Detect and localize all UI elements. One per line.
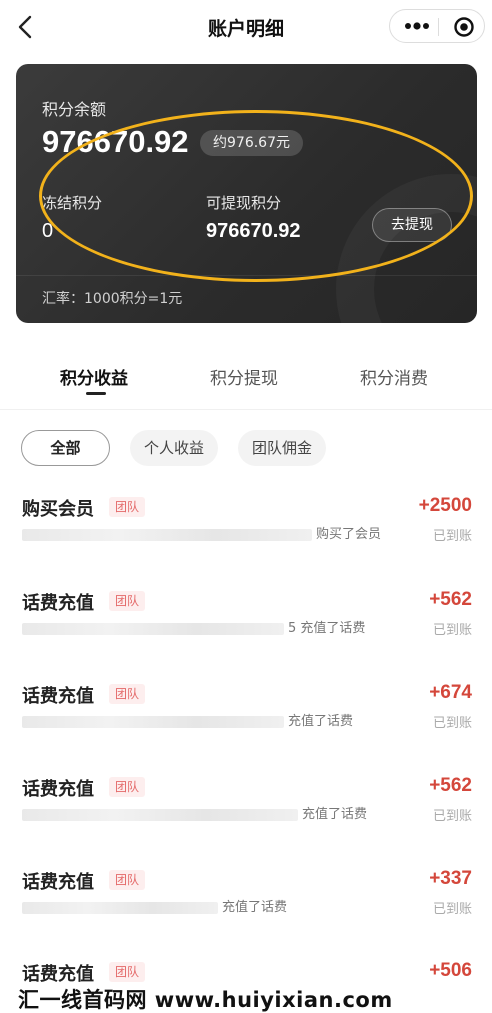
- balance-value: 976670.92: [42, 124, 189, 159]
- mini-program-capsule: [389, 9, 485, 43]
- record-desc: 5 充值了话费: [22, 619, 382, 639]
- record-status: 已到账: [432, 809, 472, 824]
- list-item[interactable]: 话费充值 团队 充值了话费 +562 已到账: [0, 775, 492, 867]
- watermark-text: 汇一线首码网 www.huiyixian.com: [18, 988, 393, 1012]
- record-amount: +562: [429, 589, 472, 610]
- record-title: 购买会员: [22, 499, 94, 520]
- exchange-rate-text: 汇率：1000积分=1元: [42, 291, 183, 307]
- withdrawable-points-value: 976670.92: [206, 220, 301, 242]
- record-status: 已到账: [432, 716, 472, 731]
- list-item[interactable]: 话费充值 团队 充值了话费 +337 已到账: [0, 868, 492, 960]
- team-tag: 团队: [109, 591, 146, 611]
- tab-bar: 积分收益 积分提现 积分消费: [0, 350, 492, 410]
- record-desc: 购买了会员: [22, 525, 382, 545]
- balance-label: 积分余额: [42, 100, 107, 119]
- redacted-text: [22, 901, 218, 914]
- list-item[interactable]: 话费充值 团队 充值了话费 +674 已到账: [0, 682, 492, 774]
- team-tag: 团队: [109, 497, 146, 517]
- filter-personal-income[interactable]: 个人收益: [130, 430, 218, 466]
- record-amount: +2500: [418, 495, 472, 516]
- record-desc: 充值了话费: [22, 805, 382, 825]
- redacted-text: [22, 808, 298, 821]
- redacted-text: [22, 622, 284, 635]
- list-item[interactable]: 话费充值 团队 5 充值了话费 +562 已到账: [0, 589, 492, 681]
- list-item[interactable]: 购买会员 团队 购买了会员 +2500 已到账: [0, 495, 492, 587]
- record-title: 话费充值: [22, 779, 94, 800]
- filter-all[interactable]: 全部: [21, 430, 110, 466]
- record-title: 话费充值: [22, 872, 94, 893]
- redacted-text: [22, 528, 312, 541]
- record-desc: 充值了话费: [22, 898, 382, 918]
- target-circle-icon[interactable]: [453, 16, 475, 38]
- nav-bar: 账户明细: [0, 0, 492, 54]
- more-dots-icon[interactable]: [404, 20, 430, 32]
- filter-team-commission[interactable]: 团队佣金: [238, 430, 326, 466]
- team-tag: 团队: [109, 684, 146, 704]
- team-tag: 团队: [109, 777, 146, 797]
- record-desc: 充值了话费: [22, 712, 382, 732]
- record-status: 已到账: [432, 623, 472, 638]
- record-amount: +337: [429, 868, 472, 889]
- active-tab-indicator: [86, 392, 106, 395]
- record-title: 话费充值: [22, 593, 94, 614]
- approx-yuan-badge: 约976.67元: [200, 130, 303, 156]
- record-amount: +506: [429, 960, 472, 981]
- card-decoration: [336, 174, 477, 323]
- record-status: 已到账: [432, 529, 472, 544]
- frozen-points-value: 0: [42, 220, 54, 242]
- team-tag: 团队: [109, 962, 146, 982]
- withdraw-button[interactable]: 去提现: [372, 208, 452, 242]
- team-tag: 团队: [109, 870, 146, 890]
- card-divider: [16, 275, 477, 276]
- tab-points-spending[interactable]: 积分消费: [360, 364, 428, 389]
- record-amount: +674: [429, 682, 472, 703]
- record-title: 话费充值: [22, 964, 94, 985]
- tab-points-withdraw[interactable]: 积分提现: [210, 364, 278, 389]
- filter-chips: 全部 个人收益 团队佣金: [0, 430, 492, 470]
- record-amount: +562: [429, 775, 472, 796]
- balance-card: 积分余额 976670.92 约976.67元 冻结积分 0 可提现积分 976…: [16, 64, 477, 323]
- capsule-divider: [438, 18, 439, 36]
- redacted-text: [22, 715, 284, 728]
- frozen-points-label: 冻结积分: [42, 194, 103, 212]
- tab-points-income[interactable]: 积分收益: [60, 364, 128, 389]
- record-title: 话费充值: [22, 686, 94, 707]
- withdrawable-points-label: 可提现积分: [206, 194, 282, 212]
- record-status: 已到账: [432, 902, 472, 917]
